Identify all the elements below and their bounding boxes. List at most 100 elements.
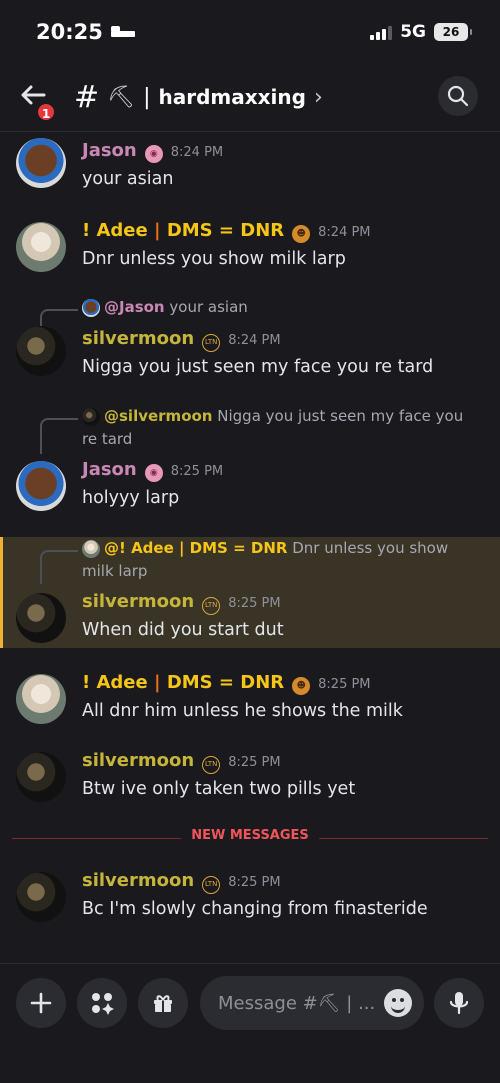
battery-icon: 26	[434, 23, 472, 41]
timestamp: 8:25 PM	[170, 464, 224, 479]
avatar[interactable]	[16, 138, 66, 188]
author-name[interactable]: Jason	[82, 140, 137, 161]
reply-author: @! Adee | DMS = DNR	[104, 539, 288, 557]
message-header: silvermoon LTN 8:25 PM	[82, 591, 486, 615]
timestamp: 8:25 PM	[228, 596, 281, 611]
sleep-icon	[110, 25, 135, 39]
channel-name: hardmaxxing	[158, 85, 306, 109]
emoji-icon[interactable]	[384, 989, 412, 1017]
message-body: Jason ◉ 8:25 PM holyyy larp	[82, 459, 486, 510]
ltn-badge-icon: LTN	[202, 597, 221, 615]
reply-avatar	[82, 407, 100, 426]
apps-button[interactable]	[77, 978, 127, 1028]
channel-divider: |	[143, 84, 151, 110]
avatar[interactable]	[16, 752, 66, 802]
avatar[interactable]	[16, 222, 66, 272]
chevron-right-icon: ›	[313, 84, 323, 110]
gift-button[interactable]	[138, 978, 188, 1028]
notification-badge: 1	[36, 102, 56, 122]
reply-avatar	[82, 539, 100, 558]
add-attachment-button[interactable]	[16, 978, 66, 1028]
message-body: ! Adee | DMS = DNR ☻ 8:24 PM Dnr unless …	[82, 220, 486, 271]
avatar[interactable]	[16, 461, 66, 511]
clock: 20:25	[36, 20, 103, 44]
message-header: silvermoon LTN 8:25 PM	[82, 870, 486, 894]
status-bar: 20:25 5G 26	[0, 0, 500, 64]
status-indicators: 5G 26	[370, 22, 472, 42]
message-text: When did you start dut	[82, 620, 284, 640]
message-text: Bc I'm slowly changing from finasteride	[82, 899, 428, 919]
reply-preview[interactable]: @Jason your asian	[82, 296, 482, 319]
message-text: Dnr unless you show milk larp	[82, 249, 346, 269]
new-messages-label: NEW MESSAGES	[181, 828, 319, 843]
brain-icon: ◉	[144, 145, 163, 163]
apps-icon	[92, 993, 114, 1015]
message-body: silvermoon LTN 8:25 PM Bc I'm slowly cha…	[82, 870, 486, 921]
message-text: Btw ive only taken two pills yet	[82, 779, 356, 799]
channel-header: 1 # ⛏ | hardmaxxing ›	[0, 64, 500, 132]
message-input[interactable]: Message #⛏ | ...	[200, 976, 424, 1030]
ltn-badge-icon: LTN	[202, 756, 221, 774]
message-header: ! Adee | DMS = DNR ☻ 8:24 PM	[82, 220, 486, 244]
role-emoji-icon: ☻	[292, 225, 311, 243]
message-composer: Message #⛏ | ...	[0, 963, 500, 1083]
timestamp: 8:24 PM	[318, 225, 371, 240]
message-header: Jason ◉ 8:24 PM	[82, 140, 486, 164]
hash-icon: #	[74, 79, 100, 115]
author-name[interactable]: silvermoon	[82, 750, 194, 771]
status-time: 20:25	[36, 20, 135, 44]
message-text: your asian	[82, 169, 174, 189]
timestamp: 8:24 PM	[170, 145, 224, 160]
channel-title[interactable]: # ⛏ | hardmaxxing ›	[74, 79, 323, 115]
author-name[interactable]: ! Adee | DMS = DNR	[82, 672, 284, 693]
author-name[interactable]: ! Adee | DMS = DNR	[82, 220, 284, 241]
reply-spine	[40, 550, 78, 584]
message-body: silvermoon LTN 8:25 PM When did you star…	[82, 591, 486, 642]
ltn-badge-icon: LTN	[202, 876, 221, 894]
search-button[interactable]	[438, 76, 478, 116]
reply-spine	[40, 418, 78, 454]
reply-author: @Jason	[104, 298, 165, 316]
message-text: holyyy larp	[82, 488, 180, 508]
message-body: silvermoon LTN 8:24 PM Nigga you just se…	[82, 328, 486, 379]
timestamp: 8:25 PM	[228, 875, 281, 890]
timestamp: 8:25 PM	[228, 755, 281, 770]
reply-preview[interactable]: @! Adee | DMS = DNR Dnr unless you show …	[82, 537, 482, 583]
message-text: All dnr him unless he shows the milk	[82, 701, 403, 721]
gift-icon	[154, 995, 172, 1012]
author-name[interactable]: silvermoon	[82, 591, 194, 612]
reply-text: your asian	[169, 298, 248, 316]
back-button[interactable]: 1	[18, 80, 56, 122]
message-header: Jason ◉ 8:25 PM	[82, 459, 486, 483]
reply-avatar	[82, 298, 100, 317]
avatar[interactable]	[16, 674, 66, 724]
timestamp: 8:24 PM	[228, 333, 281, 348]
search-icon	[447, 85, 469, 107]
author-name[interactable]: Jason	[82, 459, 137, 480]
network-type: 5G	[400, 22, 426, 42]
pick-icon: ⛏	[107, 84, 136, 110]
message-text: Nigga you just seen my face you re tard	[82, 357, 434, 377]
message-header: silvermoon LTN 8:24 PM	[82, 328, 486, 352]
avatar[interactable]	[16, 326, 66, 376]
timestamp: 8:25 PM	[318, 677, 371, 692]
message-body: silvermoon LTN 8:25 PM Btw ive only take…	[82, 750, 486, 801]
avatar[interactable]	[16, 872, 66, 922]
brain-icon: ◉	[144, 464, 163, 482]
role-emoji-icon: ☻	[292, 677, 311, 695]
message-header: silvermoon LTN 8:25 PM	[82, 750, 486, 774]
reply-author: @silvermoon	[104, 407, 213, 425]
message-body: Jason ◉ 8:24 PM your asian	[82, 140, 486, 191]
author-name[interactable]: silvermoon	[82, 870, 194, 891]
author-name[interactable]: silvermoon	[82, 328, 194, 349]
ltn-badge-icon: LTN	[202, 334, 221, 352]
message-header: ! Adee | DMS = DNR ☻ 8:25 PM	[82, 672, 486, 696]
voice-button[interactable]	[434, 978, 484, 1028]
reply-preview[interactable]: @silvermoon Nigga you just seen my face …	[82, 405, 482, 451]
message-placeholder: Message #⛏ | ...	[218, 992, 376, 1014]
message-body: ! Adee | DMS = DNR ☻ 8:25 PM All dnr him…	[82, 672, 486, 723]
avatar[interactable]	[16, 593, 66, 643]
plus-icon	[30, 992, 52, 1014]
microphone-icon	[449, 992, 469, 1015]
signal-icon	[370, 24, 393, 40]
